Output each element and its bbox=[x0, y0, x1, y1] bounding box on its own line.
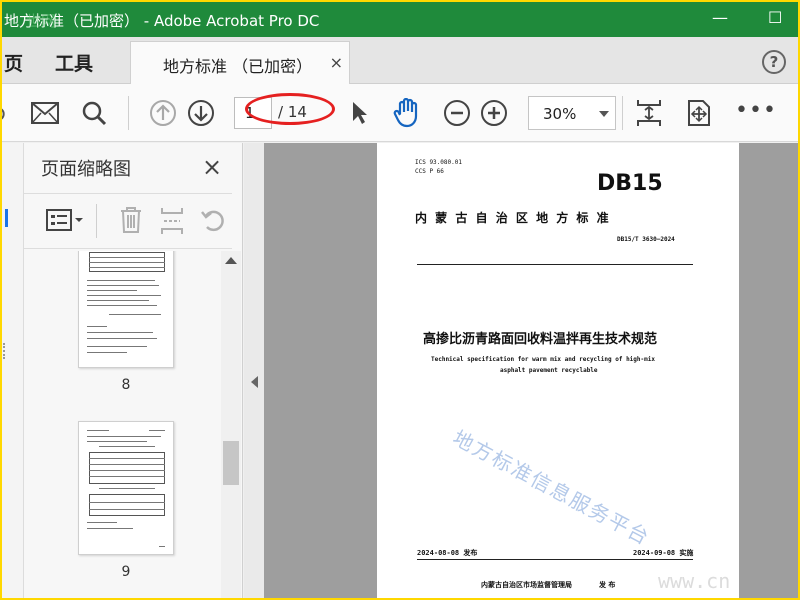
region-standard: 内 蒙 古 自 治 区 地 方 标 准 bbox=[415, 211, 611, 225]
document-title-en-2: asphalt pavement recyclable bbox=[500, 367, 598, 374]
title-bar: 地方标准（已加密） - Adobe Acrobat Pro DC 世网 — ☐ bbox=[2, 2, 798, 37]
panel-title: 页面缩略图 bbox=[41, 159, 131, 180]
scrollbar-thumb[interactable] bbox=[223, 441, 239, 485]
select-cursor-icon[interactable] bbox=[345, 98, 375, 128]
zoom-value: 30% bbox=[543, 105, 577, 123]
title-watermark: 世网 bbox=[26, 12, 57, 30]
collapse-panel-icon[interactable] bbox=[251, 376, 258, 388]
menu-tools[interactable]: 工具 bbox=[55, 49, 93, 76]
close-panel-icon[interactable]: × bbox=[202, 153, 222, 181]
maximize-button[interactable]: ☐ bbox=[768, 8, 782, 27]
zoom-out-icon[interactable] bbox=[442, 98, 472, 128]
previous-page-icon[interactable] bbox=[148, 98, 178, 128]
document-title-cn: 高掺比沥青路面回收料温拌再生技术规范 bbox=[423, 332, 658, 347]
next-page-icon[interactable] bbox=[186, 98, 216, 128]
footer-rule bbox=[417, 559, 693, 560]
thumbnail-page-8[interactable] bbox=[78, 251, 174, 368]
extract-page-icon[interactable] bbox=[159, 206, 185, 240]
active-panel-indicator bbox=[5, 209, 8, 227]
email-icon[interactable] bbox=[30, 98, 60, 128]
document-tab-label: 地方标准 （已加密） bbox=[163, 57, 313, 76]
navigation-strip bbox=[2, 143, 24, 598]
zoom-dropdown[interactable]: 30% bbox=[528, 96, 616, 130]
thumbnail-scrollbar[interactable] bbox=[221, 251, 241, 598]
search-icon[interactable] bbox=[79, 98, 109, 128]
panel-divider[interactable] bbox=[244, 143, 264, 598]
thumbnail-page-9[interactable] bbox=[78, 421, 174, 555]
more-options-icon[interactable]: ••• bbox=[735, 98, 777, 123]
publish-date: 2024-08-08 发布 bbox=[417, 549, 478, 557]
document-title-en-1: Technical specification for warm mix and… bbox=[431, 356, 655, 363]
ccs-code: CCS P 66 bbox=[415, 168, 444, 175]
document-tab[interactable]: 地方标准 （已加密） × bbox=[130, 41, 350, 85]
thumbnail-options-icon[interactable] bbox=[46, 208, 86, 236]
rotate-page-icon[interactable] bbox=[200, 206, 228, 238]
thumbnail-list: 8 9 bbox=[24, 251, 220, 598]
panel-toolbar bbox=[24, 193, 232, 249]
zoom-in-icon[interactable] bbox=[479, 98, 509, 128]
document-viewer[interactable]: ICS 93.080.01 CCS P 66 DB15 内 蒙 古 自 治 区 … bbox=[264, 143, 798, 598]
chevron-down-icon bbox=[599, 111, 609, 117]
document-page: ICS 93.080.01 CCS P 66 DB15 内 蒙 古 自 治 区 … bbox=[377, 143, 739, 598]
standard-code: DB15/T 3630—2024 bbox=[617, 236, 675, 243]
drag-handle-icon[interactable] bbox=[3, 343, 5, 359]
url-watermark: www.cn bbox=[658, 569, 731, 593]
close-tab-icon[interactable]: × bbox=[330, 53, 343, 72]
minimize-button[interactable]: — bbox=[712, 8, 728, 27]
toolbar: 1 / 14 30% ••• bbox=[2, 84, 798, 142]
ics-code: ICS 93.080.01 bbox=[415, 159, 462, 166]
help-icon[interactable]: ? bbox=[762, 50, 786, 74]
db-label: DB15 bbox=[597, 171, 663, 196]
header-rule bbox=[417, 264, 693, 265]
fit-page-icon[interactable] bbox=[634, 98, 664, 128]
rotate-view-icon[interactable] bbox=[684, 98, 714, 128]
hand-tool-icon[interactable] bbox=[392, 98, 422, 128]
thumbnail-label-8: 8 bbox=[121, 377, 131, 393]
highlight-annotation bbox=[245, 93, 335, 125]
menu-home[interactable]: 页 bbox=[4, 49, 23, 76]
thumbnail-label-9: 9 bbox=[121, 564, 131, 580]
thumbnail-panel: 页面缩略图 × 8 9 bbox=[24, 143, 243, 598]
tab-bar: 页 工具 地方标准 （已加密） × ? bbox=[2, 37, 798, 85]
issue-word: 发 布 bbox=[599, 581, 616, 589]
app-window: 地方标准（已加密） - Adobe Acrobat Pro DC 世网 — ☐ … bbox=[2, 2, 798, 598]
delete-icon[interactable] bbox=[119, 206, 143, 238]
scroll-up-icon[interactable] bbox=[225, 257, 237, 264]
issuer: 内蒙古自治区市场监督管理局 bbox=[481, 581, 572, 589]
partial-icon[interactable] bbox=[2, 98, 22, 128]
